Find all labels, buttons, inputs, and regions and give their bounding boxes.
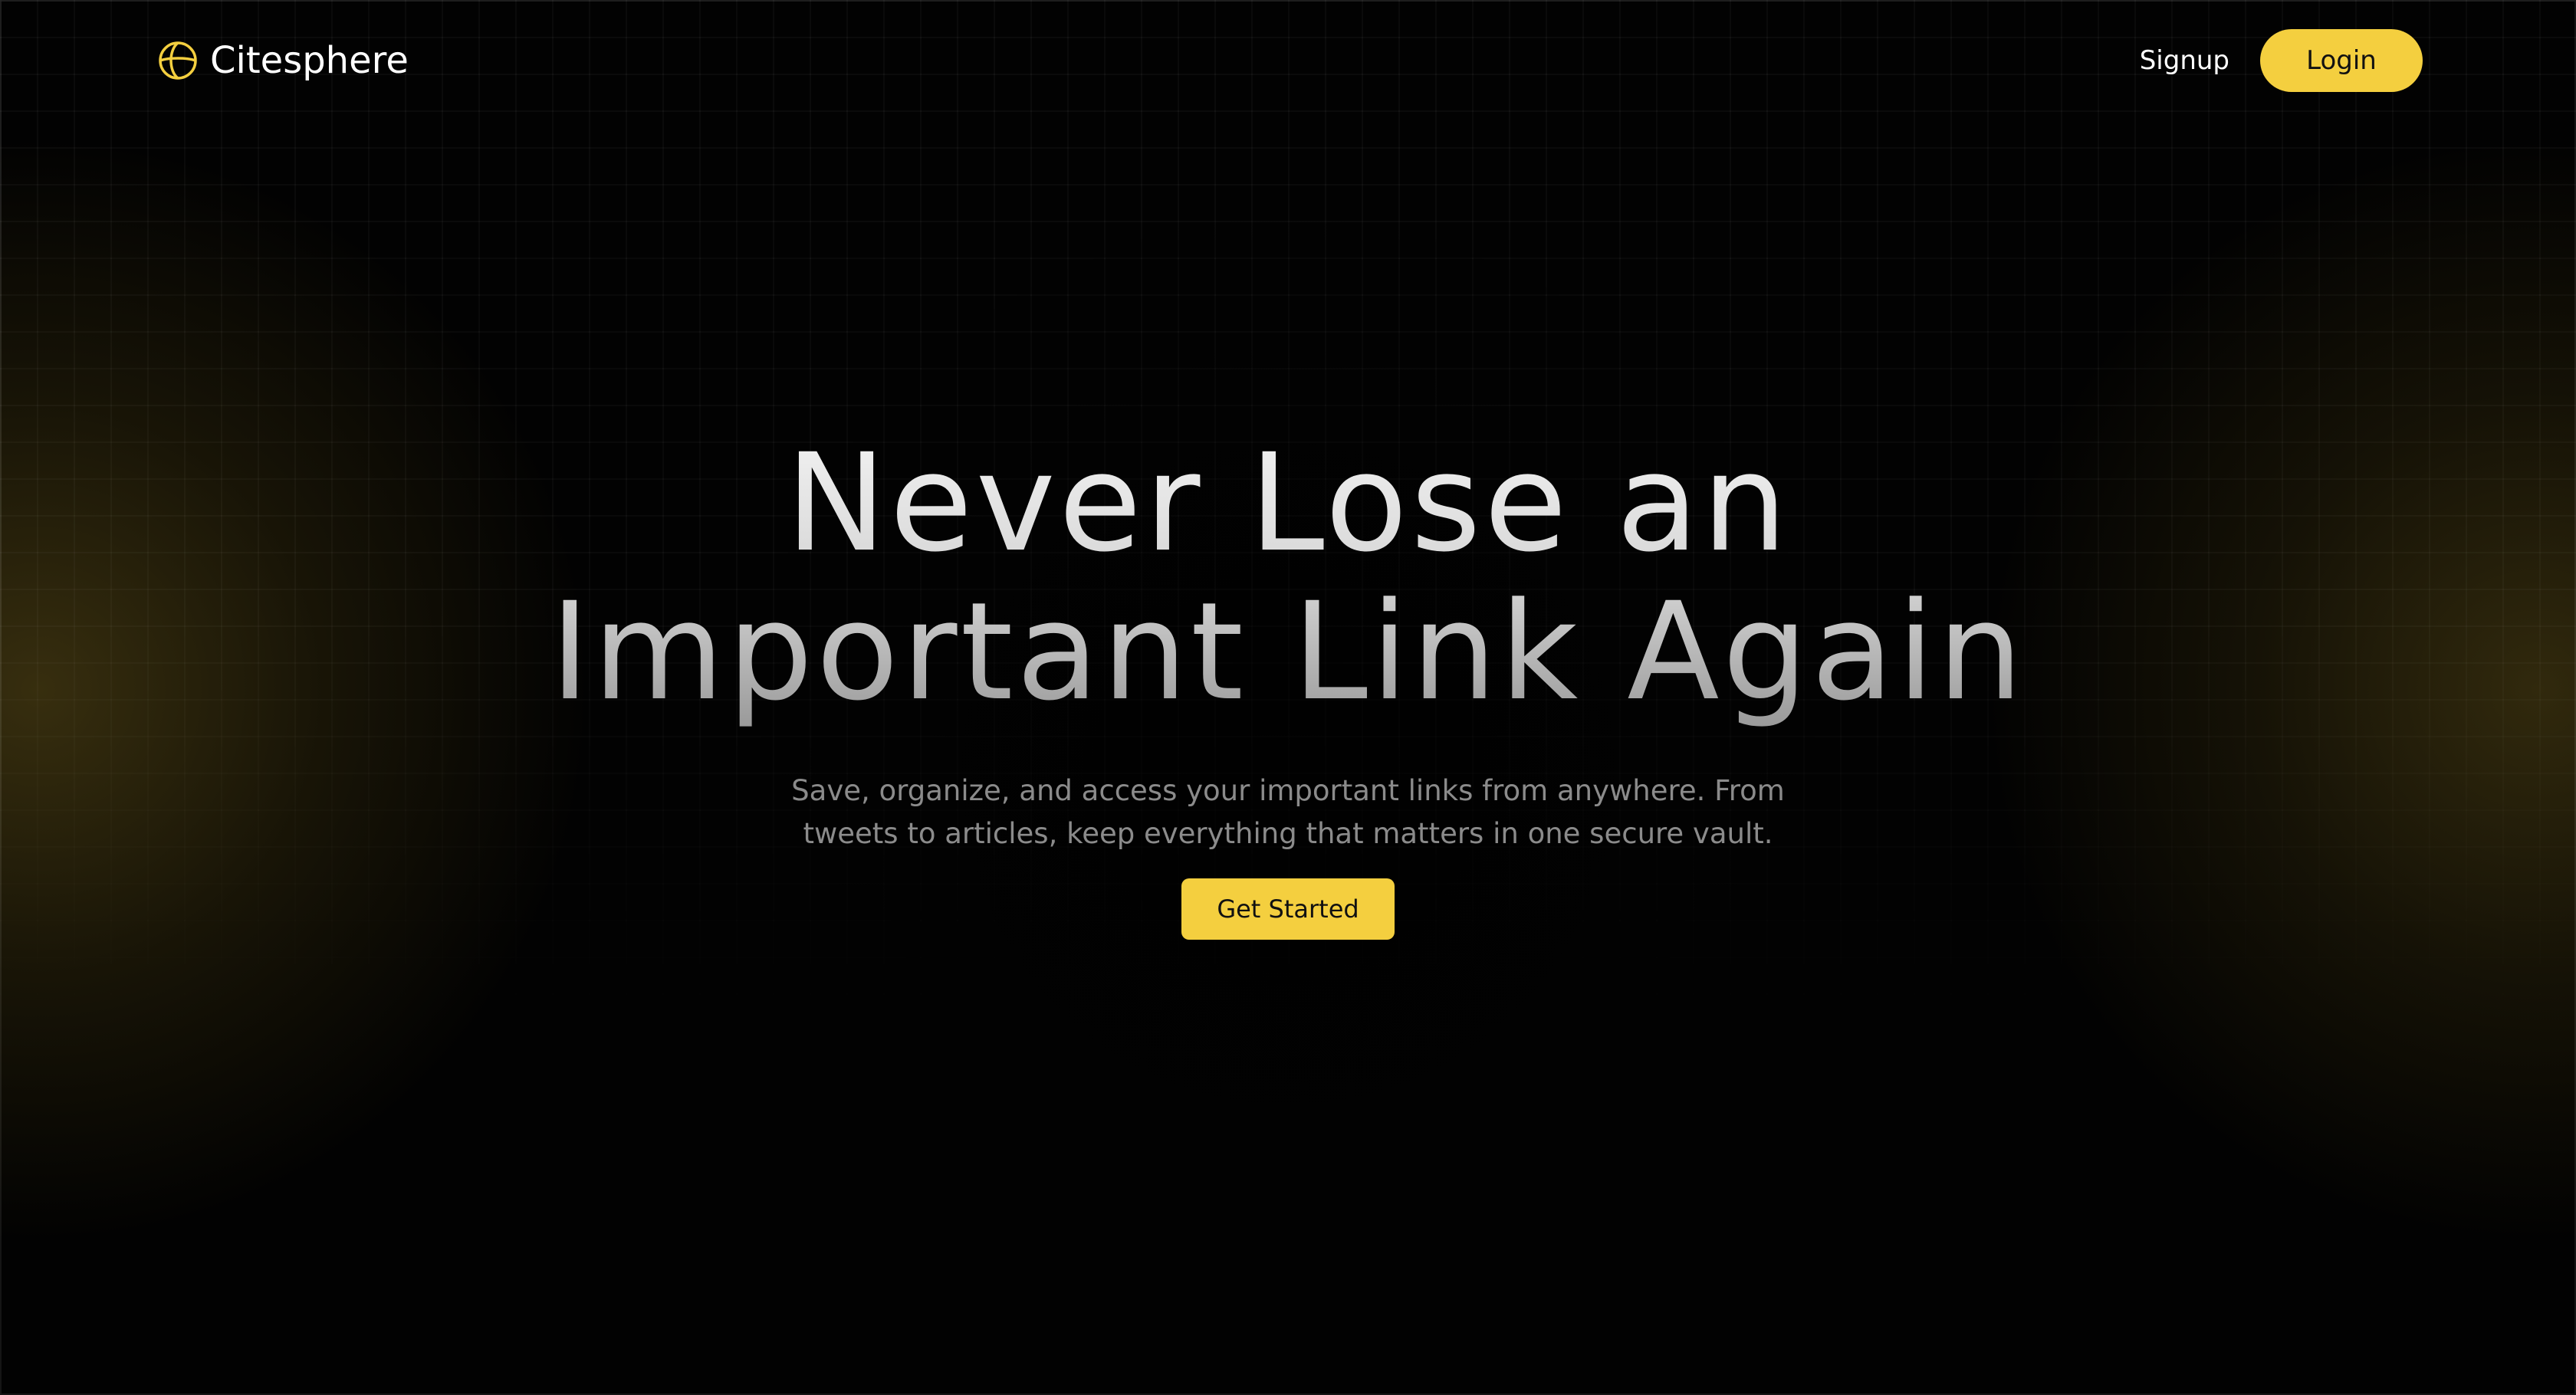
cta-container: Get Started bbox=[0, 878, 2576, 940]
get-started-button[interactable]: Get Started bbox=[1181, 878, 1395, 940]
navbar: Citesphere Signup Login bbox=[0, 0, 2576, 123]
hero-title: Never Lose an Important Link Again bbox=[0, 429, 2576, 727]
hero-title-line-1: Never Lose an bbox=[785, 425, 1791, 582]
globe-icon bbox=[159, 41, 197, 80]
landing-page: Citesphere Signup Login Never Lose an Im… bbox=[0, 0, 2576, 1395]
brand-logo[interactable]: Citesphere bbox=[158, 35, 409, 86]
signup-link[interactable]: Signup bbox=[2140, 45, 2229, 76]
hero-title-line-2: Important Link Again bbox=[550, 573, 2026, 730]
nav-actions: Signup Login bbox=[2140, 29, 2423, 92]
hero-section: Never Lose an Important Link Again Save,… bbox=[0, 429, 2576, 940]
hero-subtitle: Save, organize, and access your importan… bbox=[791, 774, 1785, 850]
login-button[interactable]: Login bbox=[2260, 29, 2423, 92]
brand-name: Citesphere bbox=[210, 39, 409, 82]
